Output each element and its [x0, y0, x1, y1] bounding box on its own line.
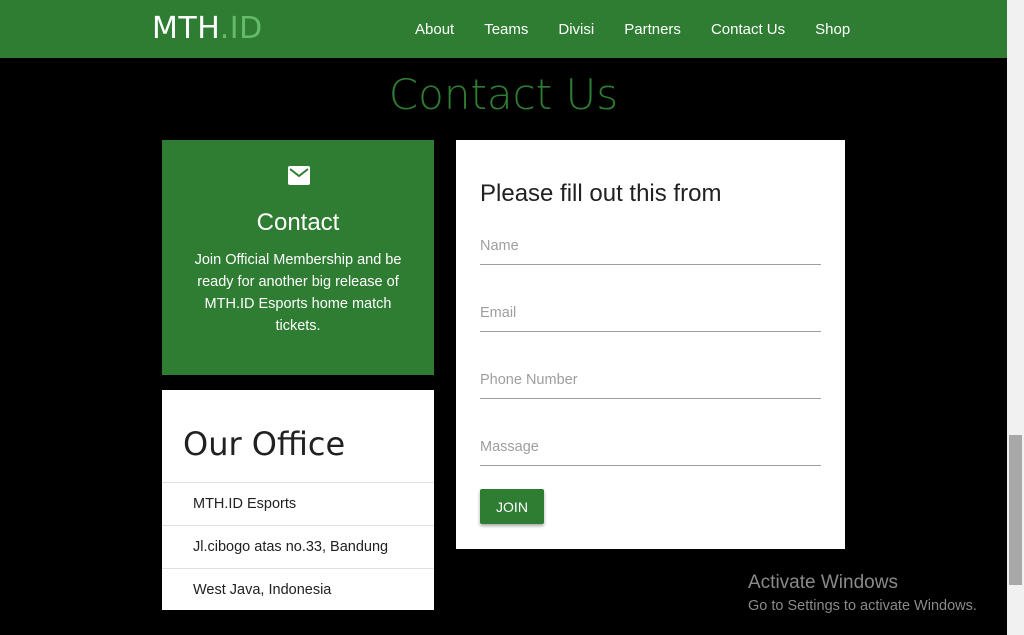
activate-windows-watermark: Activate Windows Go to Settings to activ… — [748, 572, 977, 614]
nav-link-teams[interactable]: Teams — [484, 21, 528, 38]
office-item-region: West Java, Indonesia — [162, 568, 434, 611]
brand-logo[interactable]: MTH.ID — [152, 11, 263, 46]
watermark-subtitle: Go to Settings to activate Windows. — [748, 598, 977, 614]
nav-link-about[interactable]: About — [415, 21, 454, 38]
nav-link-shop[interactable]: Shop — [815, 21, 850, 38]
brand-name: MTH — [152, 11, 220, 46]
contact-card: Contact Join Official Membership and be … — [162, 140, 434, 375]
scrollbar-thumb[interactable] — [1009, 435, 1022, 585]
message-field — [480, 426, 821, 466]
contact-form: Please fill out this from JOIN — [456, 140, 845, 549]
mail-icon — [288, 166, 310, 185]
phone-input[interactable] — [480, 359, 821, 398]
email-input[interactable] — [480, 292, 821, 331]
join-button[interactable]: JOIN — [480, 489, 544, 524]
office-title: Our Office — [183, 425, 346, 463]
nav-links: About Teams Divisi Partners Contact Us S… — [400, 0, 865, 58]
name-input[interactable] — [480, 225, 821, 264]
brand-accent: .ID — [219, 11, 263, 46]
office-item-address: Jl.cibogo atas no.33, Bandung — [162, 525, 434, 568]
page-title: Contact Us — [388, 70, 619, 119]
nav-link-partners[interactable]: Partners — [624, 21, 681, 38]
name-field — [480, 225, 821, 265]
watermark-title: Activate Windows — [748, 572, 898, 593]
contact-title: Contact — [256, 209, 340, 236]
form-title: Please fill out this from — [480, 180, 722, 207]
message-input[interactable] — [480, 426, 821, 465]
contact-description: Join Official Membership and be ready fo… — [194, 252, 402, 334]
email-field — [480, 292, 821, 332]
phone-field — [480, 359, 821, 399]
nav-link-contact-us[interactable]: Contact Us — [711, 21, 785, 38]
office-item-name: MTH.ID Esports — [162, 482, 434, 525]
top-navbar: MTH.ID About Teams Divisi Partners Conta… — [0, 0, 1007, 58]
office-card: Our Office MTH.ID Esports Jl.cibogo atas… — [162, 390, 434, 610]
page-scrollbar[interactable] — [1007, 0, 1024, 635]
nav-link-divisi[interactable]: Divisi — [558, 21, 594, 38]
